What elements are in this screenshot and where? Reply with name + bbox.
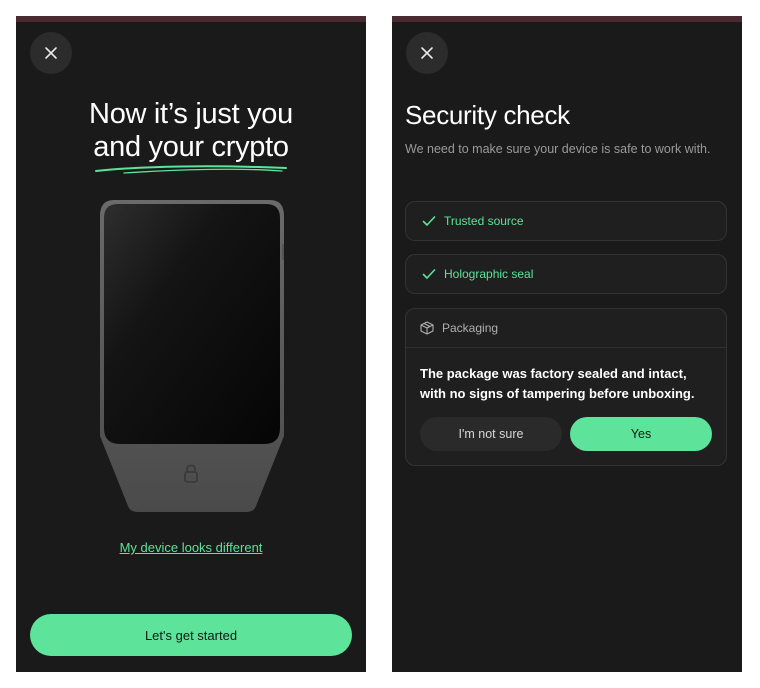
status-strip (16, 16, 366, 22)
check-label: Holographic seal (444, 267, 534, 281)
check-label: Trusted source (444, 214, 524, 228)
packaging-label: Packaging (442, 321, 499, 335)
checkmark-icon (422, 269, 436, 279)
page-title: Now it’s just you and your crypto (16, 98, 366, 164)
check-trusted-source: Trusted source (405, 201, 727, 241)
packaging-question: The package was factory sealed and intac… (420, 366, 695, 401)
packaging-header: Packaging (406, 309, 726, 348)
close-icon (45, 47, 57, 59)
page-subtitle: We need to make sure your device is safe… (405, 142, 711, 156)
packaging-card: Packaging The package was factory sealed… (405, 308, 727, 466)
checkmark-icon (422, 216, 436, 226)
title-line-1: Now it’s just you (89, 98, 293, 130)
packaging-actions: I'm not sure Yes (420, 417, 712, 451)
package-icon (420, 321, 434, 335)
status-strip (392, 16, 742, 22)
security-check-screen: Security check We need to make sure your… (392, 16, 742, 672)
yes-button[interactable]: Yes (570, 417, 712, 451)
not-sure-button[interactable]: I'm not sure (420, 417, 562, 451)
get-started-button[interactable]: Let's get started (30, 614, 352, 656)
close-button[interactable] (406, 32, 448, 74)
check-holographic-seal: Holographic seal (405, 254, 727, 294)
lock-icon (184, 464, 198, 483)
close-button[interactable] (30, 32, 72, 74)
underline-swoosh (95, 165, 287, 174)
page-title: Security check (405, 100, 570, 130)
title-line-2: and your crypto (93, 131, 289, 163)
welcome-screen: Now it’s just you and your crypto My dev… (16, 16, 366, 672)
close-icon (421, 47, 433, 59)
device-looks-different-link[interactable]: My device looks different (16, 540, 366, 555)
